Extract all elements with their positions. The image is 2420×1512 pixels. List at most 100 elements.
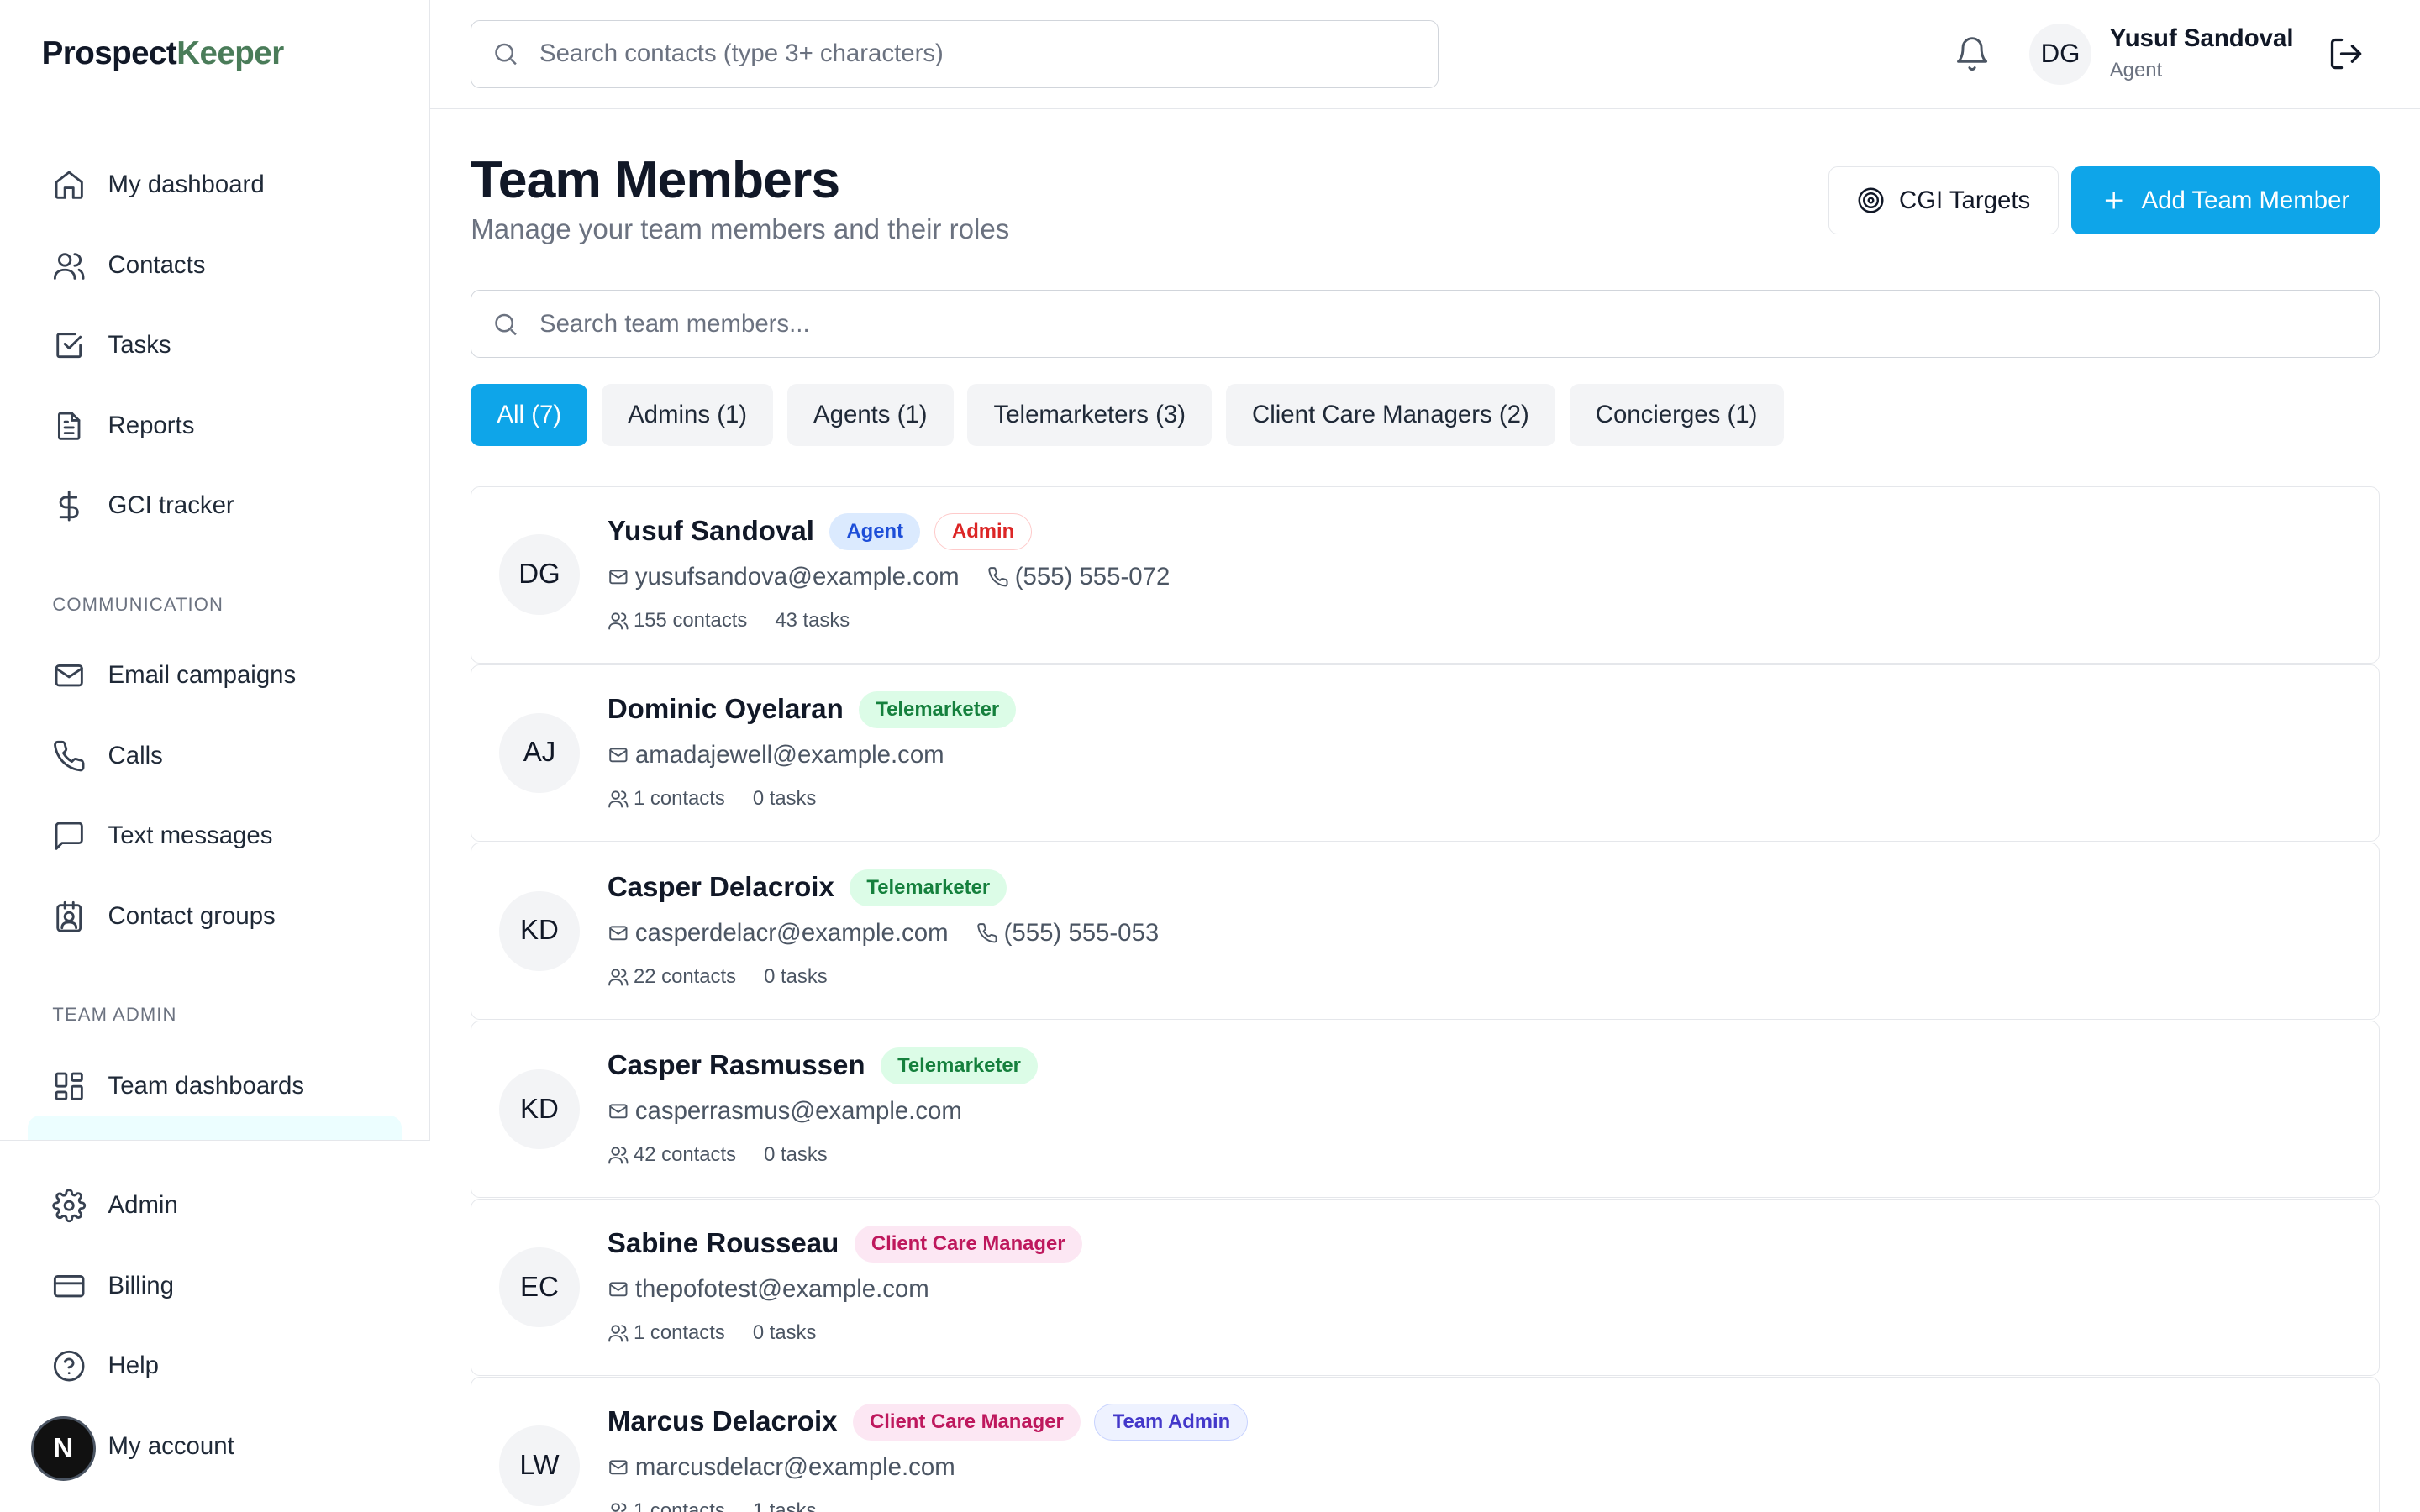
member-contacts-count: 42 contacts xyxy=(634,1143,737,1166)
sidebar-item-label: Contacts xyxy=(108,250,206,279)
member-avatar: AJ xyxy=(499,712,580,794)
phone-icon xyxy=(54,740,85,771)
credit-card-icon xyxy=(54,1274,85,1298)
filter-telemarketers[interactable]: Telemarketers (3) xyxy=(967,384,1213,446)
sidebar-item-tasks[interactable]: Tasks xyxy=(28,306,402,386)
member-tasks-count: 0 tasks xyxy=(764,964,828,988)
search-icon xyxy=(495,44,517,66)
users-icon xyxy=(54,252,85,280)
add-team-member-button[interactable]: Add Team Member xyxy=(2070,166,2381,235)
member-avatar: LW xyxy=(499,1425,580,1506)
member-email: yusufsandova@example.com xyxy=(634,562,960,591)
member-tasks-count: 1 tasks xyxy=(752,1499,817,1512)
help-circle-icon xyxy=(54,1351,85,1382)
sidebar-item-team-dashboards[interactable]: Team dashboards xyxy=(28,1046,402,1126)
notifications-button[interactable] xyxy=(1954,35,1991,72)
team-member-card[interactable]: KD Casper Delacroix Telemarketer casperd… xyxy=(471,842,2381,1020)
contact-search-input[interactable]: Search contacts (type 3+ characters) xyxy=(471,19,1439,88)
contact-search-placeholder: Search contacts (type 3+ characters) xyxy=(539,39,944,68)
member-contacts-count: 1 contacts xyxy=(634,1321,725,1345)
page-subtitle: Manage your team members and their roles xyxy=(471,214,1010,246)
phone-icon xyxy=(976,923,997,943)
sidebar-item-label: Calls xyxy=(108,741,163,769)
search-icon xyxy=(495,313,517,335)
sidebar-item-reports[interactable]: Reports xyxy=(28,386,402,466)
member-avatar: KD xyxy=(499,1068,580,1150)
user-role: Agent xyxy=(2109,58,2163,81)
team-member-card[interactable]: LW Marcus Delacroix Client Care Manager … xyxy=(471,1377,2381,1512)
dev-tools-badge[interactable]: N xyxy=(30,1416,96,1482)
users-icon xyxy=(608,969,629,986)
plus-icon xyxy=(2105,192,2123,209)
user-name: Yusuf Sandoval xyxy=(2109,24,2294,53)
filter-all[interactable]: All (7) xyxy=(471,384,588,446)
member-tasks-count: 0 tasks xyxy=(752,786,817,810)
team-member-card[interactable]: KD Casper Rasmussen Telemarketer casperr… xyxy=(471,1020,2381,1199)
member-tasks-count: 0 tasks xyxy=(752,1321,817,1345)
role-filter-tabs: All (7) Admins (1) Agents (1) Telemarket… xyxy=(471,384,1784,446)
sidebar-item-label: Tasks xyxy=(108,331,171,360)
member-name: Yusuf Sandoval xyxy=(607,515,814,547)
team-search-input[interactable]: Search team members... xyxy=(471,290,2381,359)
section-heading-communication: COMMUNICATION xyxy=(52,593,224,615)
sidebar-item-admin[interactable]: Admin xyxy=(28,1166,402,1247)
member-name: Casper Rasmussen xyxy=(607,1050,865,1082)
phone-icon xyxy=(987,566,1008,587)
sidebar-item-label: Email campaigns xyxy=(108,661,297,690)
bell-icon xyxy=(1957,37,1988,71)
sidebar-item-label: GCI tracker xyxy=(108,491,234,520)
member-avatar: EC xyxy=(499,1247,580,1328)
logout-button[interactable] xyxy=(2328,35,2365,79)
main-nav: My dashboard Contacts Tasks Reports GCI … xyxy=(0,108,429,1126)
team-member-card[interactable]: EC Sabine Rousseau Client Care Manager t… xyxy=(471,1199,2381,1377)
sidebar-item-email-campaigns[interactable]: Email campaigns xyxy=(28,636,402,717)
cgi-targets-button[interactable]: CGI Targets xyxy=(1828,166,2060,235)
sidebar-item-label: Reports xyxy=(108,411,195,439)
member-email: amadajewell@example.com xyxy=(634,740,944,769)
logo-text-prospect: Prospect xyxy=(41,34,177,71)
sidebar-item-text-messages[interactable]: Text messages xyxy=(28,796,402,877)
sidebar-item-contacts[interactable]: Contacts xyxy=(28,225,402,306)
role-badge-telemarketer: Telemarketer xyxy=(880,1047,1039,1085)
top-header: Search contacts (type 3+ characters) DG … xyxy=(430,0,2420,110)
member-name: Sabine Rousseau xyxy=(607,1228,839,1260)
target-icon xyxy=(1858,187,1884,213)
sidebar: Prospect Keeper My dashboard Contacts Tas… xyxy=(0,0,431,1512)
member-contacts-count: 155 contacts xyxy=(634,608,748,632)
role-badge-client-care-manager: Client Care Manager xyxy=(854,1226,1082,1263)
filter-concierges[interactable]: Concierges (1) xyxy=(1569,384,1784,446)
filter-client-care-managers[interactable]: Client Care Managers (2) xyxy=(1225,384,1555,446)
member-phone: (555) 555-072 xyxy=(1014,562,1171,591)
contact-group-icon xyxy=(56,900,82,932)
sidebar-item-help[interactable]: Help xyxy=(28,1326,402,1407)
check-square-icon xyxy=(56,333,82,359)
filter-admins[interactable]: Admins (1) xyxy=(601,384,774,446)
sidebar-item-contact-groups[interactable]: Contact groups xyxy=(28,876,402,957)
sidebar-item-label: My account xyxy=(108,1431,234,1460)
app-logo[interactable]: Prospect Keeper xyxy=(0,0,430,108)
sidebar-item-my-dashboard[interactable]: My dashboard xyxy=(28,145,402,226)
sidebar-item-label: Team dashboards xyxy=(108,1071,305,1100)
member-name: Dominic Oyelaran xyxy=(607,693,844,725)
team-member-card[interactable]: DG Yusuf Sandoval Agent Admin yusufsando… xyxy=(471,486,2381,664)
member-avatar: DG xyxy=(499,534,580,615)
sidebar-item-calls[interactable]: Calls xyxy=(28,716,402,796)
member-email: thepofotest@example.com xyxy=(634,1275,929,1304)
member-email: marcusdelacr@example.com xyxy=(634,1453,955,1482)
member-contacts-count: 22 contacts xyxy=(634,964,737,988)
member-avatar: KD xyxy=(499,890,580,972)
page-title: Team Members xyxy=(471,150,840,210)
sidebar-item-billing[interactable]: Billing xyxy=(28,1246,402,1326)
message-icon xyxy=(55,822,84,850)
role-badge-client-care-manager: Client Care Manager xyxy=(852,1404,1081,1441)
filter-agents[interactable]: Agents (1) xyxy=(786,384,954,446)
role-badge-telemarketer: Telemarketer xyxy=(850,869,1007,907)
mail-icon xyxy=(55,664,84,687)
user-avatar[interactable]: DG xyxy=(2029,23,2091,85)
mail-icon xyxy=(609,570,628,584)
member-email: casperdelacr@example.com xyxy=(634,918,949,947)
sidebar-item-label: My dashboard xyxy=(108,171,265,199)
team-member-card[interactable]: AJ Dominic Oyelaran Telemarketer amadaje… xyxy=(471,664,2381,842)
role-badge-admin: Admin xyxy=(934,512,1033,550)
sidebar-item-gci-tracker[interactable]: GCI tracker xyxy=(28,466,402,547)
